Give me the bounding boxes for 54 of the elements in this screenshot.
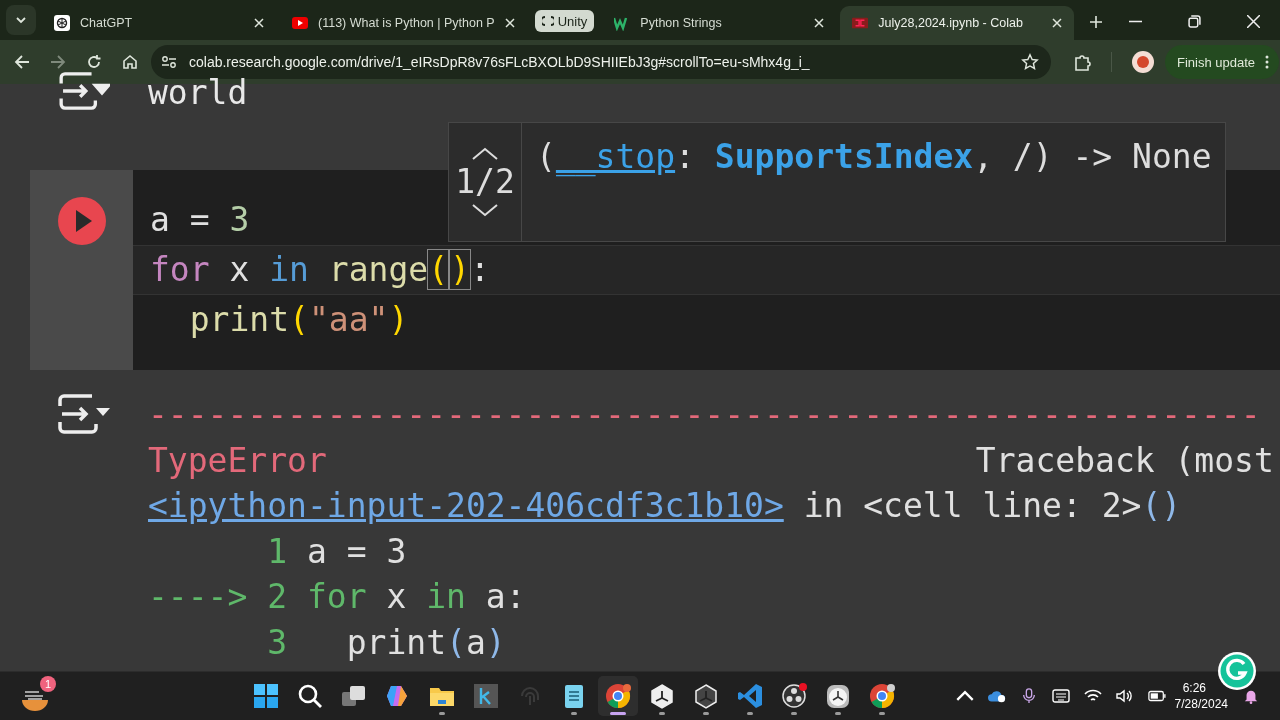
run-button[interactable] bbox=[58, 197, 106, 245]
cloud-icon[interactable] bbox=[988, 688, 1006, 704]
avatar-icon[interactable] bbox=[1132, 51, 1154, 73]
speaker-icon[interactable] bbox=[1116, 688, 1134, 704]
play-icon bbox=[292, 15, 308, 31]
home-icon[interactable] bbox=[122, 54, 138, 70]
puzzle-icon[interactable] bbox=[1073, 53, 1091, 71]
clock-date[interactable]: 7/28/2024 bbox=[1174, 696, 1228, 712]
chevron-down-icon[interactable] bbox=[15, 16, 27, 24]
traceback-line: 1 a = 3 bbox=[266, 530, 408, 573]
traceback-line: -------------------------------------------------------- bbox=[148, 394, 1262, 436]
microphone-icon[interactable] bbox=[1020, 688, 1038, 704]
chevron-down-icon[interactable] bbox=[471, 203, 499, 217]
plus-icon[interactable] bbox=[1090, 16, 1103, 28]
browser-tab[interactable]: (113) What is Python | Python P bbox=[280, 6, 527, 40]
back-arrow-icon[interactable] bbox=[14, 54, 30, 70]
notification-badge: 1 bbox=[40, 676, 56, 692]
output-text: world bbox=[148, 76, 248, 114]
output-toggle-icon[interactable] bbox=[56, 72, 110, 110]
chrome-icon[interactable] bbox=[598, 676, 638, 716]
tab-group-chip[interactable]: Unity bbox=[534, 10, 595, 32]
signature-text: (__stop: SupportsIndex, /) -> None bbox=[535, 136, 1212, 179]
traceback-line: <ipython-input-202-406cdf3c1b10> in <cell line: 2>() bbox=[148, 485, 1183, 527]
forward-arrow-icon[interactable] bbox=[50, 54, 66, 70]
star-icon[interactable] bbox=[1021, 53, 1039, 71]
traceback-line: TypeError Traceback (most bbox=[148, 439, 1274, 482]
traceback-line: 3 print(a) bbox=[266, 621, 507, 664]
close-icon[interactable] bbox=[504, 18, 515, 28]
finish-update-button[interactable]: Finish update bbox=[1165, 45, 1280, 79]
sliders-icon[interactable] bbox=[161, 55, 177, 69]
address-field[interactable]: colab.research.google.com/drive/1_eIRsDpR8v76sFLcBXOLbD9SHIIEbJ3g#scrollTo=eu-sMhx4g_i_ bbox=[151, 45, 1051, 79]
close-icon[interactable] bbox=[1052, 18, 1063, 28]
browser-tab[interactable]: Python Strings bbox=[602, 6, 837, 40]
output-toggle-icon[interactable] bbox=[56, 394, 110, 434]
clock-time[interactable]: 6:26 bbox=[1182, 680, 1206, 696]
restore-icon[interactable] bbox=[1188, 15, 1201, 28]
overload-counter: 1/2 bbox=[455, 163, 515, 201]
keyboard-icon[interactable] bbox=[1052, 688, 1070, 704]
wifi-icon[interactable] bbox=[1084, 688, 1102, 704]
close-icon[interactable] bbox=[814, 18, 825, 28]
close-icon[interactable] bbox=[254, 18, 264, 28]
code-line: a = 3 bbox=[150, 199, 250, 241]
more-icon[interactable] bbox=[1265, 55, 1270, 69]
knot-icon bbox=[54, 15, 70, 31]
traceback-line: ----> 2 for x in a: bbox=[148, 576, 527, 618]
code-line: for x in range(): bbox=[150, 249, 490, 291]
tab-search-button[interactable] bbox=[6, 5, 36, 35]
reload-icon[interactable] bbox=[86, 54, 102, 70]
chevron-up-icon[interactable] bbox=[471, 147, 499, 161]
code-line: print("aa") bbox=[188, 299, 409, 341]
browser-tab[interactable]: ChatGPT bbox=[42, 6, 276, 40]
browser-tab[interactable]: July28,2024.ipynb - Colab bbox=[840, 6, 1075, 40]
battery-icon[interactable] bbox=[1148, 688, 1166, 704]
close-icon[interactable] bbox=[1247, 15, 1260, 28]
